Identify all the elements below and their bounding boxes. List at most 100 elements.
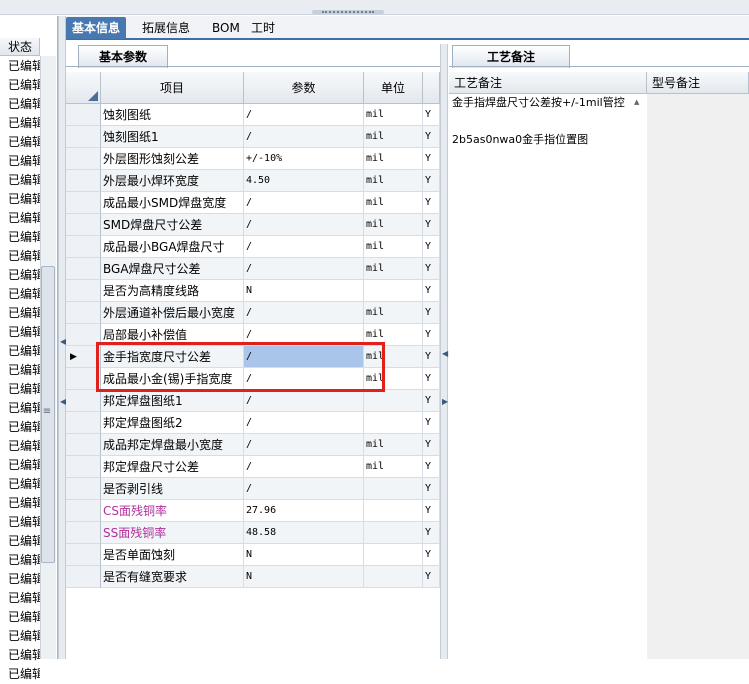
- row-indicator[interactable]: [66, 280, 101, 302]
- status-list-item[interactable]: 已编辑: [0, 608, 40, 627]
- status-list-item[interactable]: 已编辑: [0, 418, 40, 437]
- cell-item[interactable]: 是否单面蚀刻: [101, 544, 244, 566]
- tab-work-hours[interactable]: 工时: [245, 17, 281, 39]
- cell-unit[interactable]: [364, 566, 423, 588]
- table-row[interactable]: 外层最小焊环宽度 4.50 mil Y: [66, 170, 440, 192]
- column-header-craft-remark[interactable]: 工艺备注: [449, 72, 647, 94]
- cell-unit[interactable]: mil: [364, 434, 423, 456]
- row-indicator[interactable]: [66, 456, 101, 478]
- cell-param[interactable]: /: [244, 126, 364, 148]
- status-list-item[interactable]: 已编辑: [0, 285, 40, 304]
- cell-param[interactable]: /: [244, 236, 364, 258]
- cell-flag[interactable]: Y: [423, 544, 440, 566]
- cell-param[interactable]: /: [244, 302, 364, 324]
- cell-item[interactable]: 邦定焊盘尺寸公差: [101, 456, 244, 478]
- cell-flag[interactable]: Y: [423, 192, 440, 214]
- row-indicator[interactable]: [66, 148, 101, 170]
- cell-unit[interactable]: [364, 544, 423, 566]
- cell-unit[interactable]: [364, 280, 423, 302]
- table-row[interactable]: 是否有缝宽要求 N Y: [66, 566, 440, 588]
- cell-param[interactable]: /: [244, 478, 364, 500]
- table-row[interactable]: BGA焊盘尺寸公差 / mil Y: [66, 258, 440, 280]
- splitter-arrow-left-icon[interactable]: ◀: [442, 350, 448, 358]
- table-row[interactable]: CS面残铜率 27.96 Y: [66, 500, 440, 522]
- cell-flag[interactable]: Y: [423, 258, 440, 280]
- status-list-item[interactable]: 已编辑: [0, 133, 40, 152]
- cell-flag[interactable]: Y: [423, 280, 440, 302]
- status-list-item[interactable]: 已编辑: [0, 665, 40, 684]
- row-indicator[interactable]: [66, 302, 101, 324]
- cell-flag[interactable]: Y: [423, 302, 440, 324]
- cell-param[interactable]: /: [244, 456, 364, 478]
- splitter-arrow-right-icon[interactable]: ▶: [442, 398, 448, 406]
- status-list-item[interactable]: 已编辑: [0, 323, 40, 342]
- status-list-item[interactable]: 已编辑: [0, 380, 40, 399]
- cell-unit[interactable]: [364, 500, 423, 522]
- status-list-item[interactable]: 已编辑: [0, 76, 40, 95]
- status-list-item[interactable]: 已编辑: [0, 456, 40, 475]
- table-row[interactable]: SS面残铜率 48.58 Y: [66, 522, 440, 544]
- cell-unit[interactable]: mil: [364, 456, 423, 478]
- cell-flag[interactable]: Y: [423, 478, 440, 500]
- cell-flag[interactable]: Y: [423, 346, 440, 368]
- cell-item[interactable]: 是否剥引线: [101, 478, 244, 500]
- cell-unit[interactable]: mil: [364, 148, 423, 170]
- cell-unit[interactable]: mil: [364, 236, 423, 258]
- table-row[interactable]: 邦定焊盘图纸2/ Y: [66, 412, 440, 434]
- status-list-item[interactable]: 已编辑: [0, 494, 40, 513]
- cell-param[interactable]: /: [244, 390, 364, 412]
- cell-flag[interactable]: Y: [423, 390, 440, 412]
- status-list-item[interactable]: 已编辑: [0, 114, 40, 133]
- row-indicator[interactable]: [66, 478, 101, 500]
- cell-item[interactable]: 是否为高精度线路: [101, 280, 244, 302]
- column-header-item[interactable]: 项目: [101, 72, 244, 104]
- table-row[interactable]: 蚀刻图纸1/mil Y: [66, 126, 440, 148]
- cell-flag[interactable]: Y: [423, 566, 440, 588]
- status-list-item[interactable]: 已编辑: [0, 190, 40, 209]
- cell-unit[interactable]: mil: [364, 302, 423, 324]
- table-row[interactable]: 成品最小BGA焊盘尺寸 / mil Y: [66, 236, 440, 258]
- cell-unit[interactable]: mil: [364, 258, 423, 280]
- row-indicator[interactable]: [66, 434, 101, 456]
- cell-item[interactable]: 成品最小BGA焊盘尺寸: [101, 236, 244, 258]
- cell-item[interactable]: CS面残铜率: [101, 500, 244, 522]
- cell-flag[interactable]: Y: [423, 368, 440, 390]
- cell-item[interactable]: SMD焊盘尺寸公差: [101, 214, 244, 236]
- cell-item[interactable]: 外层通道补偿后最小宽度: [101, 302, 244, 324]
- tab-basic-info[interactable]: 基本信息: [66, 17, 127, 39]
- status-list-item[interactable]: 已编辑: [0, 532, 40, 551]
- cell-flag[interactable]: Y: [423, 412, 440, 434]
- status-list-item[interactable]: 已编辑: [0, 570, 40, 589]
- table-row[interactable]: 外层图形蚀刻公差 +/-10% mil Y: [66, 148, 440, 170]
- column-header-model-remark[interactable]: 型号备注: [647, 72, 749, 94]
- status-list-item[interactable]: 已编辑: [0, 475, 40, 494]
- cell-param[interactable]: 4.50: [244, 170, 364, 192]
- status-list-item[interactable]: 已编辑: [0, 57, 40, 76]
- cell-unit[interactable]: mil: [364, 192, 423, 214]
- row-indicator[interactable]: [66, 214, 101, 236]
- row-indicator[interactable]: [66, 126, 101, 148]
- column-header-unit[interactable]: 单位: [364, 72, 423, 104]
- cell-item[interactable]: BGA焊盘尺寸公差: [101, 258, 244, 280]
- cell-flag[interactable]: Y: [423, 104, 440, 126]
- cell-param[interactable]: 27.96: [244, 500, 364, 522]
- cell-flag[interactable]: Y: [423, 148, 440, 170]
- cell-item[interactable]: 是否有缝宽要求: [101, 566, 244, 588]
- cell-param[interactable]: /: [244, 104, 364, 126]
- cell-unit[interactable]: [364, 478, 423, 500]
- status-list-item[interactable]: 已编辑: [0, 171, 40, 190]
- cell-item[interactable]: 蚀刻图纸1: [101, 126, 244, 148]
- table-row[interactable]: 蚀刻图纸 / mil Y: [66, 104, 440, 126]
- cell-param[interactable]: /: [244, 192, 364, 214]
- cell-param[interactable]: /: [244, 258, 364, 280]
- table-row[interactable]: SMD焊盘尺寸公差 / mil Y: [66, 214, 440, 236]
- cell-flag[interactable]: Y: [423, 126, 440, 148]
- cell-item[interactable]: 邦定焊盘图纸1: [101, 390, 244, 412]
- row-indicator[interactable]: [66, 104, 101, 126]
- cell-flag[interactable]: Y: [423, 236, 440, 258]
- cell-item[interactable]: 蚀刻图纸: [101, 104, 244, 126]
- row-indicator[interactable]: [66, 522, 101, 544]
- table-row[interactable]: 成品邦定焊盘最小宽度 / mil Y: [66, 434, 440, 456]
- scroll-up-icon[interactable]: ▲: [634, 98, 639, 106]
- craft-remark-cell[interactable]: [449, 94, 648, 659]
